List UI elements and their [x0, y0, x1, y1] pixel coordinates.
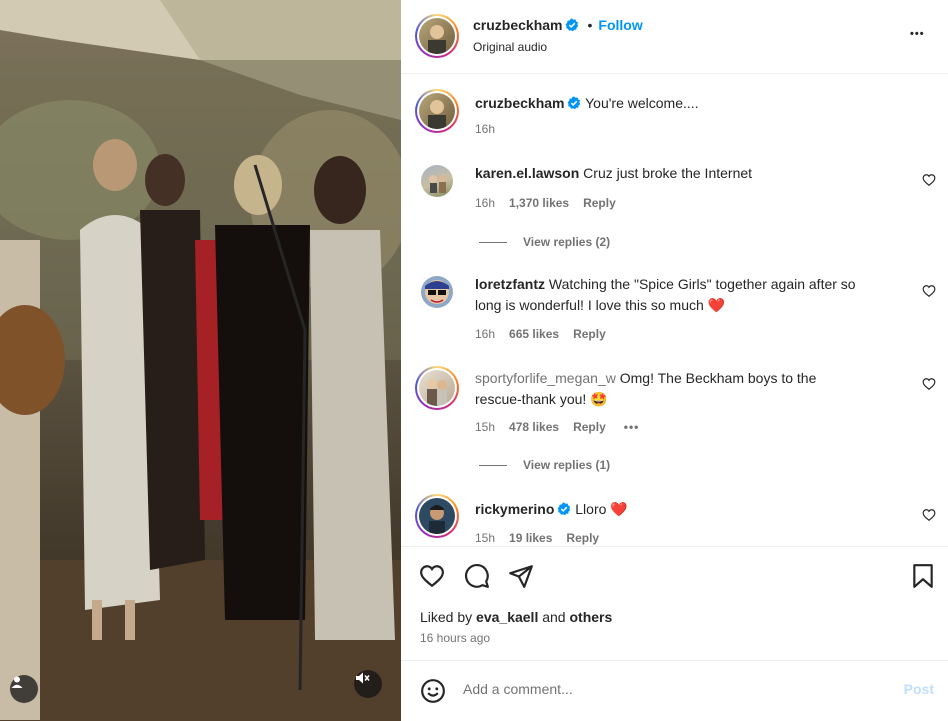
video-frame [0, 0, 401, 721]
caption-author[interactable]: cruzbeckham [475, 95, 564, 111]
verified-badge-icon [568, 96, 581, 110]
comment-text: Cruz just broke the Internet [583, 165, 753, 181]
commenter-username[interactable]: rickymerino [475, 501, 554, 517]
commenter-avatar[interactable] [421, 165, 453, 197]
emoji-icon[interactable] [420, 678, 446, 704]
comment-text-line2: long is wonderful! I love this so much [475, 297, 704, 313]
mute-toggle-button[interactable] [354, 670, 382, 698]
caption-meta: 16h [475, 122, 495, 136]
add-comment-bar: Add a comment... Post [401, 660, 948, 721]
comment-text: Lloro [575, 501, 607, 517]
commenter-avatar[interactable] [421, 276, 453, 308]
more-options-button[interactable]: ••• [910, 28, 925, 40]
liked-by-user[interactable]: eva_kaell [476, 609, 538, 625]
reply-button[interactable]: Reply [566, 531, 599, 545]
commenter-avatar[interactable] [415, 366, 459, 410]
post-details-panel: cruzbeckham • Follow Original audio ••• [401, 0, 948, 721]
view-replies-button[interactable]: View replies (1) [479, 458, 610, 472]
author-username[interactable]: cruzbeckham [473, 17, 562, 33]
header-separator: • [587, 17, 593, 33]
comment-text-line1: Watching the "Spice Girls" together agai… [548, 276, 856, 292]
post-video[interactable] [0, 0, 401, 721]
view-replies-label: View replies (2) [523, 235, 611, 249]
comment-time[interactable]: 15h [475, 531, 495, 545]
post-comment-button[interactable]: Post [904, 681, 934, 697]
view-replies-button[interactable]: View replies (2) [479, 235, 610, 249]
view-replies-label: View replies (1) [523, 458, 611, 472]
comment-icon[interactable] [464, 563, 490, 589]
avatar-photo [428, 100, 446, 129]
comment-time[interactable]: 16h [475, 327, 495, 341]
post-header: cruzbeckham • Follow Original audio ••• [401, 0, 948, 74]
caption-time[interactable]: 16h [475, 122, 495, 136]
avatar-photo [428, 25, 446, 54]
follow-button[interactable]: Follow [598, 17, 642, 33]
commenter-username[interactable]: karen.el.lawson [475, 165, 579, 181]
comment-meta: 16h 1,370 likes Reply [475, 196, 616, 210]
comments-list[interactable]: cruzbeckham You're welcome.... 16h karen… [401, 75, 948, 546]
tagged-users-button[interactable] [10, 675, 38, 703]
avatar-photo [427, 379, 447, 406]
avatar-photo [429, 174, 446, 193]
caption-avatar[interactable] [415, 89, 459, 133]
comment-time[interactable]: 15h [475, 420, 495, 434]
caption-text: cruzbeckham You're welcome.... [475, 93, 905, 114]
heart-icon[interactable] [419, 563, 445, 589]
author-avatar[interactable] [415, 14, 459, 58]
bookmark-icon[interactable] [910, 563, 936, 589]
verified-badge-icon [566, 18, 579, 32]
comment-meta: 15h 478 likes Reply ••• [475, 420, 639, 434]
comment-input[interactable]: Add a comment... [463, 681, 573, 697]
reply-button[interactable]: Reply [573, 327, 606, 341]
comment-text-line1: Omg! The Beckham boys to the [619, 370, 817, 386]
send-icon[interactable] [508, 563, 534, 589]
liked-by-others[interactable]: others [569, 609, 612, 625]
reply-button[interactable]: Reply [583, 196, 616, 210]
avatar-photo [429, 505, 445, 534]
comment-meta: 16h 665 likes Reply [475, 327, 606, 341]
liked-by-and: and [542, 609, 566, 625]
comment-time[interactable]: 16h [475, 196, 495, 210]
heart-emoji: ❤️ [610, 501, 628, 517]
comment-meta: 15h 19 likes Reply [475, 531, 599, 545]
comment-like-heart-icon[interactable] [922, 173, 936, 187]
comment-likes[interactable]: 1,370 likes [509, 196, 569, 210]
audio-link[interactable]: Original audio [473, 40, 547, 54]
comment-like-heart-icon[interactable] [922, 284, 936, 298]
comment-likes[interactable]: 19 likes [509, 531, 552, 545]
comment-like-heart-icon[interactable] [922, 508, 936, 522]
comment-likes[interactable]: 478 likes [509, 420, 559, 434]
reply-button[interactable]: Reply [573, 420, 606, 434]
comment-likes[interactable]: 665 likes [509, 327, 559, 341]
post-timestamp[interactable]: 16 hours ago [420, 631, 490, 645]
comment-more-button[interactable]: ••• [624, 420, 640, 434]
post-actions: Liked by eva_kaell and others 16 hours a… [401, 546, 948, 660]
liked-by-prefix: Liked by [420, 609, 473, 625]
commenter-username[interactable]: sportyforlife_megan_w [475, 370, 616, 386]
liked-by: Liked by eva_kaell and others [420, 609, 612, 625]
comment-like-heart-icon[interactable] [922, 377, 936, 391]
star-eyes-emoji: 🤩 [590, 391, 608, 407]
commenter-avatar[interactable] [415, 494, 459, 538]
verified-badge-icon [557, 502, 571, 516]
commenter-username[interactable]: loretzfantz [475, 276, 545, 292]
user-tag-icon [11, 676, 23, 688]
heart-emoji: ❤️ [707, 297, 726, 313]
comment-text-line2: rescue-thank you! [475, 391, 587, 407]
speaker-muted-icon [356, 672, 370, 684]
caption-body: You're welcome.... [585, 95, 699, 111]
avatar-photo [425, 280, 449, 304]
